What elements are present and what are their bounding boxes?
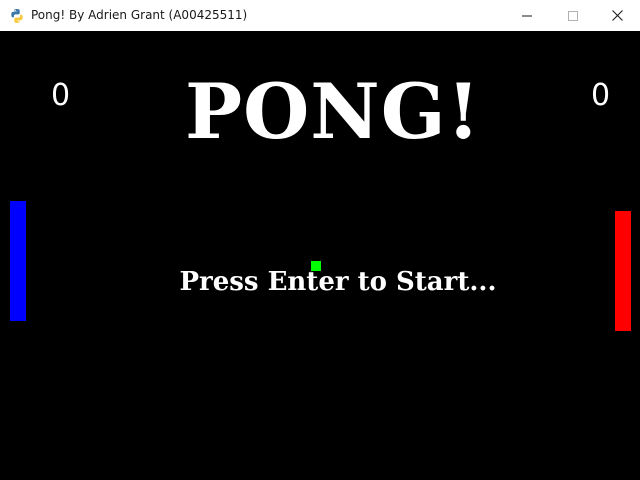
minimize-icon xyxy=(522,15,532,16)
game-canvas[interactable]: 0 0 PONG! Press Enter to Start... xyxy=(0,31,640,480)
python-icon xyxy=(11,9,23,23)
window-title: Pong! By Adrien Grant (A00425511) xyxy=(31,8,248,22)
game-window: Pong! By Adrien Grant (A00425511) 0 0 PO… xyxy=(0,0,640,480)
close-icon xyxy=(611,10,623,21)
maximize-button[interactable] xyxy=(550,0,596,31)
left-paddle xyxy=(10,201,26,321)
title-bar[interactable]: Pong! By Adrien Grant (A00425511) xyxy=(0,0,640,31)
minimize-button[interactable] xyxy=(504,0,550,31)
start-prompt: Press Enter to Start... xyxy=(179,267,497,297)
close-button[interactable] xyxy=(594,0,640,31)
maximize-icon xyxy=(568,10,578,21)
game-title: PONG! xyxy=(184,67,482,156)
